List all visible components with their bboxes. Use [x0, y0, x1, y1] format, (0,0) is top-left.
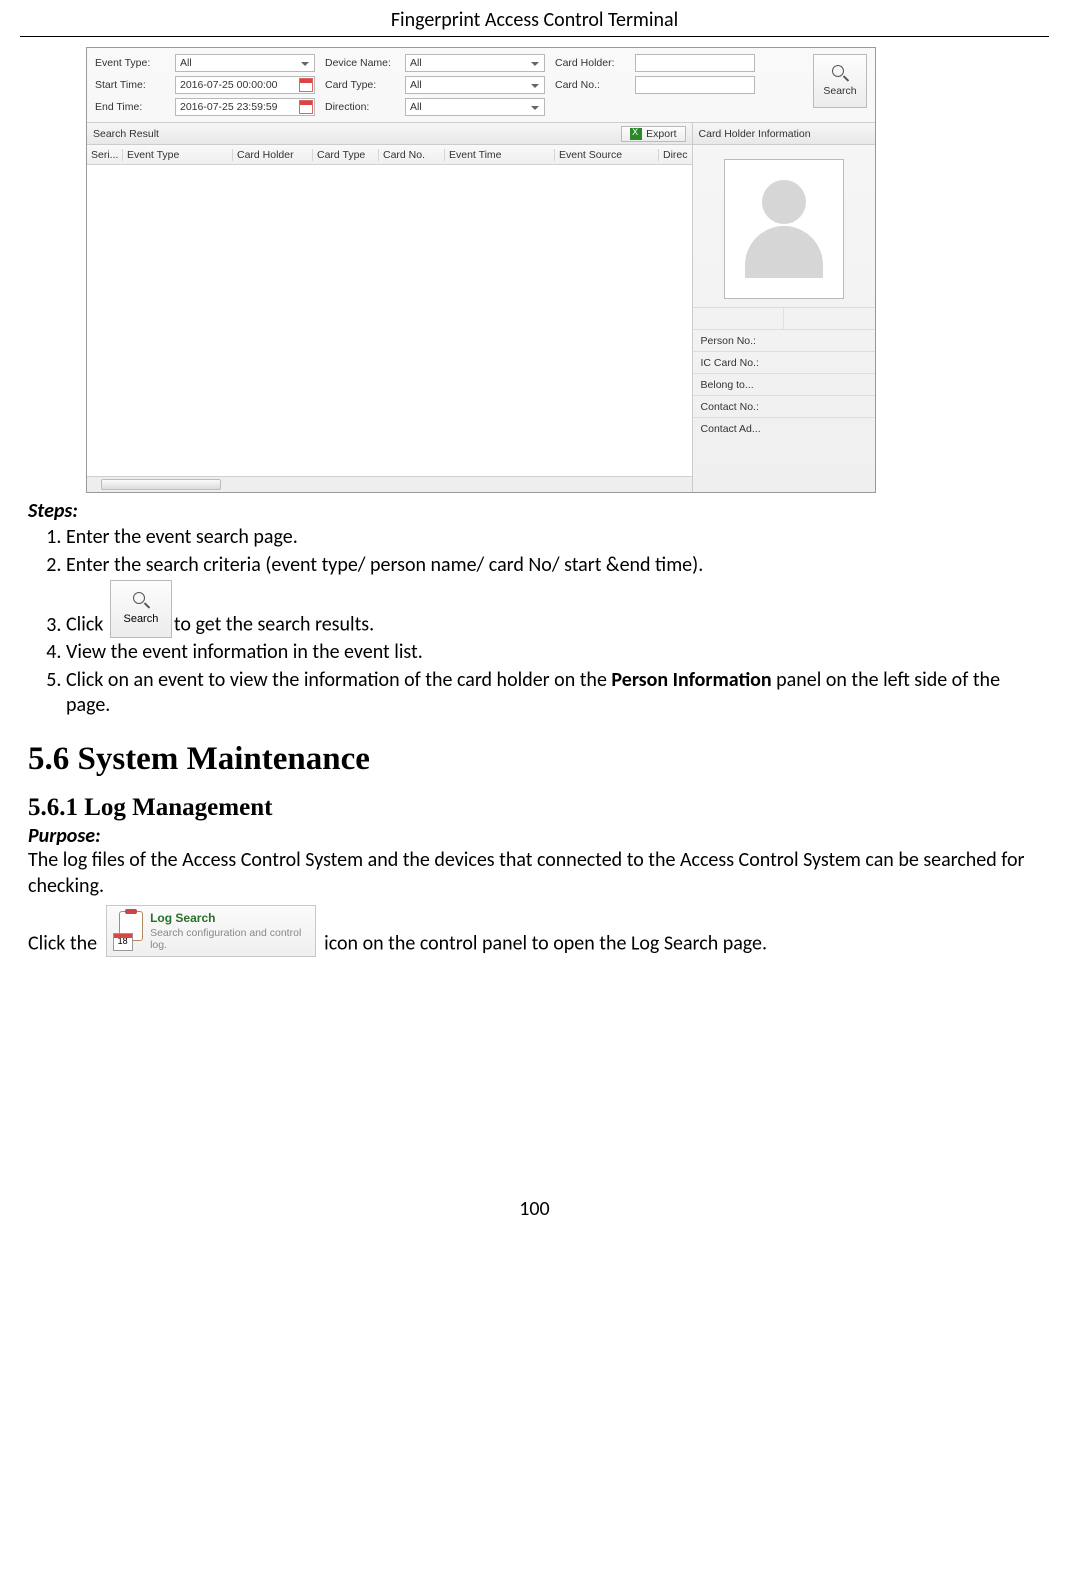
steps-heading: Steps:	[28, 499, 1041, 523]
steps-list: Enter the event search page. Enter the s…	[66, 525, 1041, 719]
log-search-card: 18 Log Search Search configuration and c…	[106, 905, 316, 957]
card-no-label: Card No.:	[555, 79, 625, 91]
log-instruction: Click the 18 Log Search Search configura…	[28, 905, 1041, 957]
card-holder-label: Card Holder:	[555, 57, 625, 69]
start-time-input[interactable]: 2016-07-25 00:00:00	[175, 76, 315, 94]
page-number: 100	[0, 1197, 1069, 1241]
calendar-icon[interactable]	[299, 78, 313, 92]
ic-card-no-label: IC Card No.:	[693, 357, 771, 369]
event-type-select[interactable]: All	[175, 54, 315, 72]
section-5-6-heading: 5.6 System Maintenance	[28, 741, 1041, 778]
search-icon	[832, 65, 848, 81]
device-name-label: Device Name:	[325, 57, 395, 69]
step-3: Click Searchto get the search results.	[66, 580, 1041, 638]
end-time-input[interactable]: 2016-07-25 23:59:59	[175, 98, 315, 116]
end-time-label: End Time:	[95, 101, 165, 113]
card-type-select[interactable]: All	[405, 76, 545, 94]
page-header: Fingerprint Access Control Terminal	[20, 0, 1049, 37]
person-silhouette-icon	[739, 174, 829, 284]
result-columns: Seri... Event Type Card Holder Card Type…	[87, 145, 692, 165]
card-type-label: Card Type:	[325, 79, 395, 91]
direction-select[interactable]: All	[405, 98, 545, 116]
card-no-input[interactable]	[635, 76, 755, 94]
purpose-text: The log files of the Access Control Syst…	[28, 848, 1041, 899]
start-time-label: Start Time:	[95, 79, 165, 91]
log-search-icon: 18	[113, 911, 145, 951]
excel-icon	[630, 128, 642, 140]
contact-no-label: Contact No.:	[693, 401, 771, 413]
search-icon	[133, 592, 149, 608]
direction-label: Direction:	[325, 101, 395, 113]
result-grid[interactable]	[87, 165, 692, 476]
step-5: Click on an event to view the informatio…	[66, 668, 1041, 719]
purpose-heading: Purpose:	[28, 824, 1041, 848]
search-result-label: Search Result	[93, 128, 159, 140]
contact-addr-label: Contact Ad...	[693, 423, 771, 435]
calendar-icon[interactable]	[299, 100, 313, 114]
inline-search-button: Search	[110, 580, 172, 638]
search-button[interactable]: Search	[813, 54, 867, 108]
step-4: View the event information in the event …	[66, 640, 1041, 666]
section-5-6-1-heading: 5.6.1 Log Management	[28, 794, 1041, 822]
step-1: Enter the event search page.	[66, 525, 1041, 551]
photo-placeholder	[724, 159, 844, 299]
device-name-select[interactable]: All	[405, 54, 545, 72]
person-no-label: Person No.:	[693, 335, 771, 347]
step-2: Enter the search criteria (event type/ p…	[66, 553, 1041, 579]
card-holder-info-header: Card Holder Information	[693, 123, 875, 145]
belong-to-label: Belong to...	[693, 379, 771, 391]
horizontal-scrollbar[interactable]	[87, 476, 692, 492]
event-type-label: Event Type:	[95, 57, 165, 69]
event-search-screenshot: Event Type: All Device Name: All Card Ho…	[86, 47, 876, 493]
card-holder-input[interactable]	[635, 54, 755, 72]
export-button[interactable]: Export	[621, 126, 685, 142]
